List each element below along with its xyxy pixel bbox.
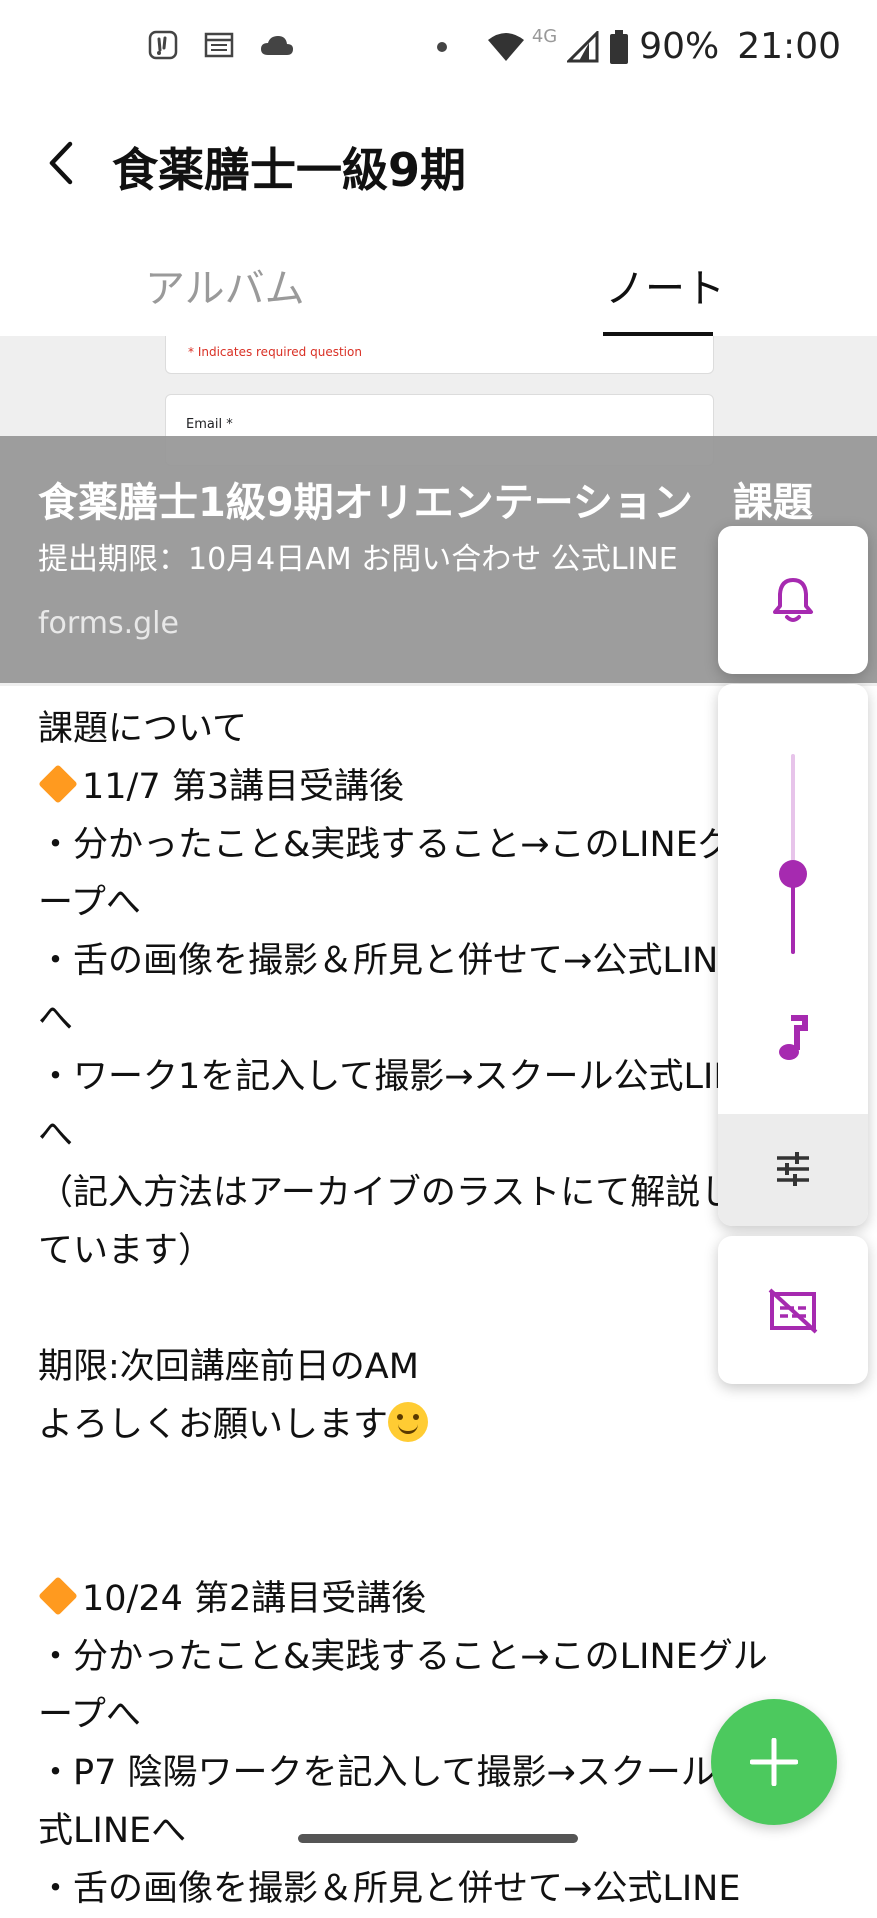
live-caption-button[interactable] [718,1236,868,1384]
tab-note[interactable]: ノート [605,256,725,314]
equalizer-settings-icon [777,1152,809,1186]
note-line: 10/24 第2講目受講後 [38,1570,838,1628]
orange-diamond-icon [38,764,78,804]
link-preview-subtitle: 提出期限：10月4日AM お問い合わせ 公式LINE [38,542,678,577]
note-line-text: 10/24 第2講目受講後 [82,1579,427,1619]
form-email-label: Email * [186,417,233,432]
wifi-icon [487,32,524,61]
signal-icon [567,30,599,62]
plus-icon [750,1738,798,1786]
link-preview-title: 食薬膳士1級9期オリエンテーション 課題 [38,480,813,526]
calendar-icon [204,32,234,58]
smiling-face-emoji-icon [388,1402,429,1442]
status-bar-right: 4G 90% 21:00 [436,26,841,67]
note-line-text: よろしくお願いします [38,1405,389,1445]
status-bar-left [148,30,294,60]
clock: 21:00 [737,26,841,67]
bell-icon [773,578,813,622]
volume-panel [718,684,868,1226]
app-notification-icon [148,30,178,60]
add-note-button[interactable] [711,1699,837,1825]
form-required-card: * Indicates required question [165,336,714,374]
page-title: 食薬膳士一級9期 [112,143,467,197]
tab-bar: アルバム ノート [0,240,877,337]
note-line: ・分かったこと&実践すること→このLINEグル [38,1637,768,1677]
orange-diamond-icon [38,1576,78,1616]
note-line: よろしくお願いします [38,1396,838,1454]
battery-icon [610,29,629,64]
note-blank-line [38,1512,838,1570]
chevron-left-icon[interactable] [38,138,88,188]
battery-percent: 90% [639,26,720,67]
ringer-mode-button[interactable] [718,526,868,674]
tab-album[interactable]: アルバム [145,256,305,314]
app-header: 食薬膳士一級9期 [0,100,877,230]
cloud-icon [261,36,293,55]
status-bar: 4G 90% 21:00 [0,0,877,100]
music-note-icon [779,1015,808,1060]
volume-slider-thumb[interactable] [779,860,807,888]
dot-icon [436,41,447,52]
sound-settings-button[interactable] [718,1114,868,1226]
note-line-text: 11/7 第3講目受講後 [82,767,404,807]
note-line: 式LINEへ [38,1811,187,1851]
note-line: ・舌の画像を撮影＆所見と併せて→公式LINE [38,1869,741,1909]
link-preview-domain: forms.gle [38,606,179,641]
note-blank-line [38,1454,838,1512]
form-required-text: * Indicates required question [188,345,362,359]
home-indicator[interactable] [298,1834,578,1843]
captions-off-icon [768,1288,818,1334]
network-type: 4G [531,26,558,47]
